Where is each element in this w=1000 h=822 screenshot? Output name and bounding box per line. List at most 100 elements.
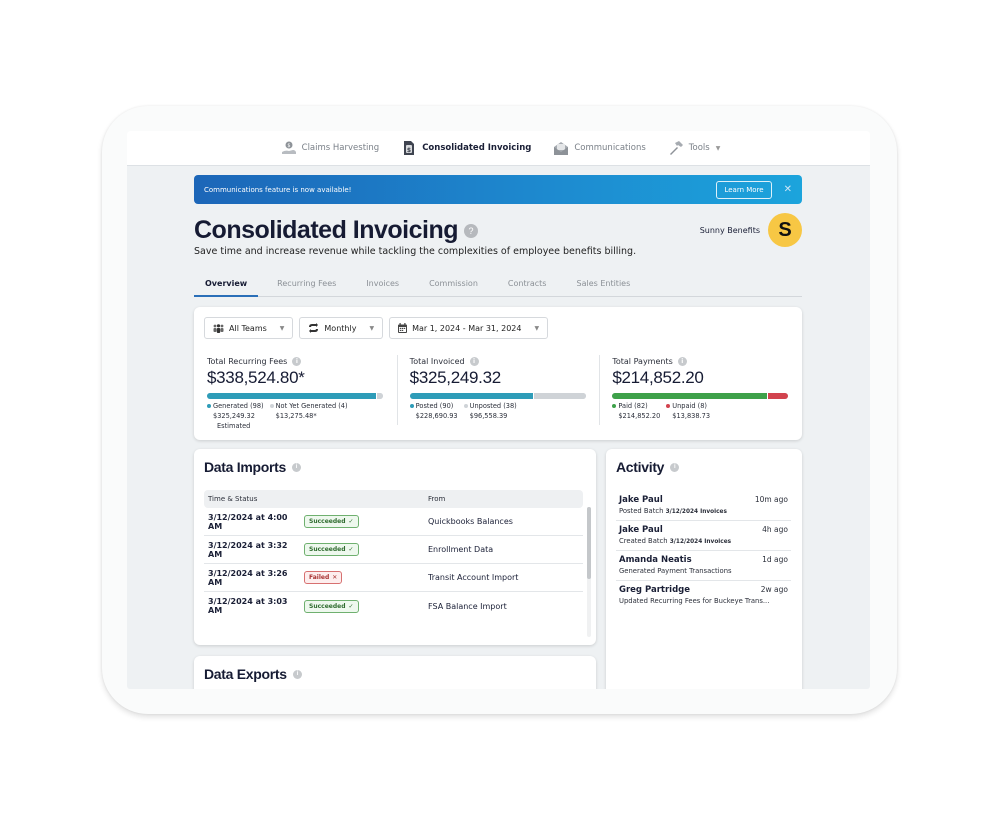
legend-dot	[409, 404, 414, 408]
check-icon: ✓	[348, 602, 354, 610]
legend-dot	[269, 404, 274, 408]
announcement-banner: Communications feature is now available!…	[194, 175, 802, 204]
nav-claims-harvesting[interactable]: $ Claims Harvesting	[281, 140, 379, 156]
activity-desc-text: Generated Payment Transactions	[619, 567, 732, 575]
period-filter-value: Monthly	[324, 323, 357, 333]
page-tabs: Overview Recurring Fees Invoices Commiss…	[194, 275, 802, 297]
card-title: Data Imports i	[204, 459, 301, 475]
company-switcher[interactable]: Sunny Benefits S	[700, 213, 802, 247]
scrollbar-thumb[interactable]	[587, 507, 591, 579]
data-exports-card: Data Exports i	[194, 656, 596, 689]
legend-item: Paid (82) $214,852.20	[612, 402, 660, 420]
activity-time: 10m ago	[754, 495, 788, 504]
legend-amount: $214,852.20	[618, 412, 661, 420]
legend-label: Generated (98)	[213, 402, 264, 410]
avatar[interactable]: S	[768, 213, 802, 247]
team-filter[interactable]: All Teams ▼	[204, 317, 294, 339]
table-row[interactable]: 3/12/2024 at 3:32 AM Succeeded ✓ Enrollme…	[204, 536, 583, 564]
metric-label: Total Recurring Fees	[207, 357, 288, 366]
card-title: Data Exports i	[204, 666, 302, 682]
activity-time: 1d ago	[762, 555, 788, 564]
page-title-text: Consolidated Invoicing	[194, 216, 459, 244]
help-icon[interactable]: ?	[464, 223, 479, 238]
row-time: 3/12/2024 at 3:26 AM	[208, 568, 288, 587]
activity-item[interactable]: Greg Partridge 2w ago Updated Recurring F…	[616, 581, 791, 610]
date-range-value: Mar 1, 2024 - Mar 31, 2024	[412, 323, 522, 333]
tab-sales-entities[interactable]: Sales Entities	[565, 275, 641, 297]
activity-user: Amanda Neatis	[619, 555, 692, 565]
column-header-time-status[interactable]: Time & Status	[204, 495, 428, 503]
table-row[interactable]: 3/12/2024 at 3:03 AM Succeeded ✓ FSA Bala…	[204, 592, 583, 620]
info-icon[interactable]: i	[292, 357, 302, 366]
check-icon: ✓	[348, 518, 354, 525]
info-icon[interactable]: i	[292, 669, 302, 679]
tab-overview[interactable]: Overview	[194, 275, 259, 297]
activity-user: Jake Paul	[619, 495, 663, 505]
nav-communications[interactable]: Communications	[553, 140, 646, 156]
info-icon[interactable]: i	[469, 357, 479, 366]
table-row[interactable]: 3/12/2024 at 3:26 AM Failed ✕ Transit Acc…	[204, 564, 583, 592]
period-filter[interactable]: Monthly ▼	[299, 317, 384, 339]
imports-scrollbar[interactable]	[587, 507, 591, 637]
chevron-down-icon: ▼	[279, 324, 285, 332]
x-icon: ✕	[332, 574, 338, 581]
activity-item[interactable]: Jake Paul 10m ago Posted Batch 3/12/2024 …	[616, 491, 791, 521]
chevron-down-icon: ▼	[369, 324, 375, 332]
nav-label: Consolidated Invoicing	[422, 143, 532, 153]
tab-invoices[interactable]: Invoices	[355, 275, 410, 297]
data-imports-card: Data Imports i Time & Status From 3/12/2…	[194, 449, 596, 645]
status-badge: Succeeded ✓	[304, 515, 359, 528]
tab-contracts[interactable]: Contracts	[497, 275, 558, 297]
status-text: Succeeded	[309, 602, 346, 610]
table-row[interactable]: 3/12/2024 at 4:00 AM Succeeded ✓ Quickboo…	[204, 508, 583, 536]
tab-recurring-fees[interactable]: Recurring Fees	[266, 275, 347, 297]
check-icon: ✓	[348, 546, 354, 553]
info-icon[interactable]: i	[291, 462, 301, 472]
nav-consolidated-invoicing[interactable]: $ Consolidated Invoicing	[401, 140, 531, 156]
activity-desc-bold: 3/12/2024 Invoices	[669, 539, 732, 545]
column-header-from[interactable]: From	[428, 495, 445, 503]
activity-time: 4h ago	[762, 525, 788, 534]
progress-segment	[375, 393, 383, 399]
activity-user: Jake Paul	[619, 525, 663, 535]
row-source: Enrollment Data	[428, 545, 494, 554]
legend-label: Posted (90)	[415, 402, 454, 410]
legend-dot	[463, 404, 468, 408]
nav-tools[interactable]: Tools ▼	[668, 140, 720, 156]
progress-bar	[207, 393, 383, 399]
team-icon	[213, 323, 224, 333]
close-icon[interactable]: ✕	[784, 184, 792, 195]
activity-item[interactable]: Amanda Neatis 1d ago Generated Payment Tr…	[616, 551, 791, 581]
svg-text:$: $	[287, 143, 290, 149]
envelope-open-icon	[554, 142, 569, 155]
legend-dot	[207, 404, 211, 408]
progress-bar	[612, 393, 789, 399]
metrics-row: Total Recurring Fees i $338,524.80* Gener…	[194, 351, 802, 430]
chevron-down-icon: ▼	[534, 324, 540, 332]
info-icon[interactable]: i	[677, 357, 687, 366]
hand-coin-icon: $	[281, 141, 296, 154]
progress-segment	[409, 393, 533, 399]
legend-dot	[612, 404, 617, 408]
table-header: Time & Status From	[204, 490, 583, 508]
nav-label: Communications	[574, 143, 646, 153]
nav-label: Tools	[688, 143, 710, 153]
metric-legend: Paid (82) $214,852.20 Unpaid (8) $13,838…	[612, 402, 789, 420]
tab-commission[interactable]: Commission	[418, 275, 489, 297]
activity-item[interactable]: Jake Paul 4h ago Created Batch 3/12/2024 …	[616, 521, 791, 551]
activity-description: Generated Payment Transactions	[619, 567, 788, 575]
invoice-dollar-icon: $	[404, 141, 415, 155]
date-range-filter[interactable]: Mar 1, 2024 - Mar 31, 2024 ▼	[389, 317, 549, 339]
info-icon[interactable]: i	[670, 462, 680, 472]
metric-label: Total Payments	[612, 357, 673, 366]
imports-table-body: 3/12/2024 at 4:00 AM Succeeded ✓ Quickboo…	[204, 508, 583, 620]
progress-bar	[409, 393, 586, 399]
learn-more-button[interactable]: Learn More	[716, 180, 772, 199]
repeat-icon	[309, 323, 319, 333]
status-text: Succeeded	[309, 518, 346, 525]
banner-message: Communications feature is now available!	[204, 185, 352, 194]
company-name: Sunny Benefits	[699, 225, 760, 235]
activity-user: Greg Partridge	[619, 585, 691, 595]
metric-legend: Generated (98) $325,249.32 Estimated Not…	[207, 402, 384, 430]
legend-label: Unpaid (8)	[672, 402, 707, 410]
